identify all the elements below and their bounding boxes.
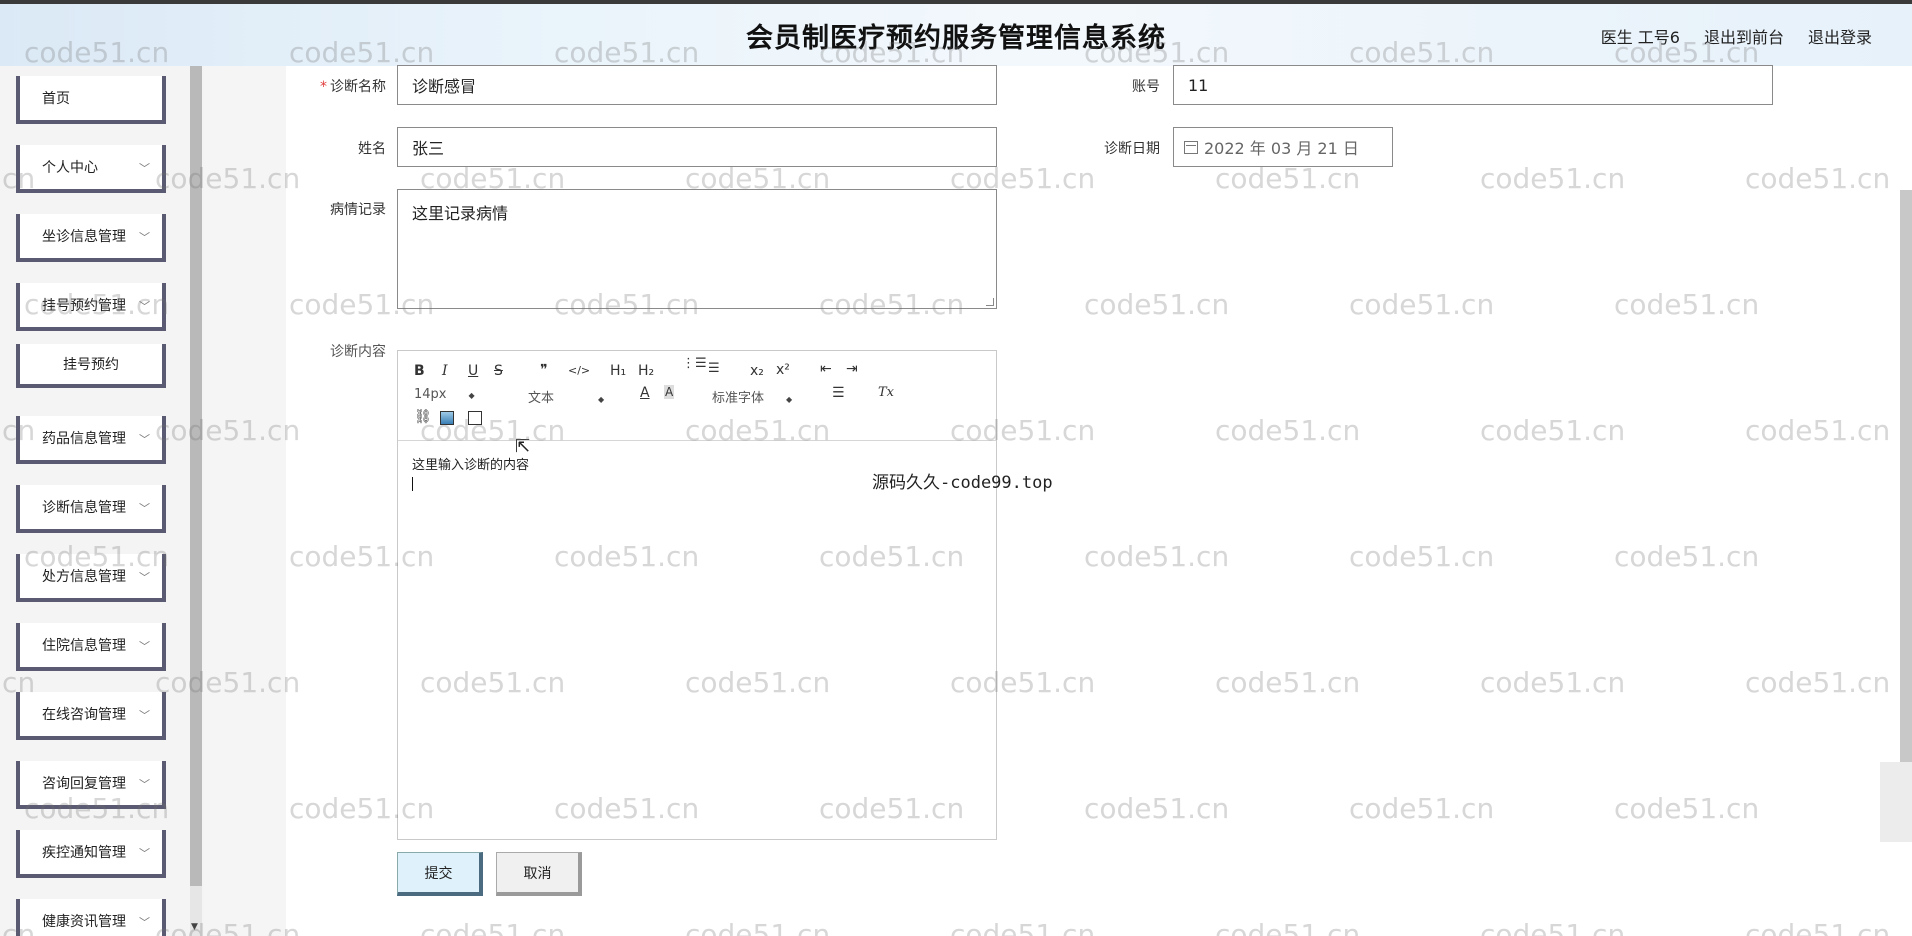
content-label: 诊断内容 [330,344,386,360]
sidebar-item-home[interactable]: 首页 [16,76,166,124]
resize-handle-icon[interactable] [986,298,994,306]
clear-format-icon[interactable]: Tx [878,385,894,400]
image-icon[interactable] [440,411,454,425]
page-scrollbar[interactable] [1900,190,1912,766]
sidebar-item-appointment-mgmt[interactable]: 挂号预约管理 ﹀ [16,283,166,331]
sidebar-item-personal-center[interactable]: 个人中心 ﹀ [16,145,166,193]
chevron-down-icon: ﹀ [139,778,150,791]
chevron-down-icon: ﹀ [139,571,150,584]
mouse-cursor-icon: ⇱ [515,436,531,457]
account-input[interactable]: 11 [1173,65,1773,105]
bullet-list-icon[interactable]: ☰ [708,361,720,376]
sidebar-item-label: 疾控通知管理 [42,845,126,861]
sidebar-item-label: 住院信息管理 [42,638,126,654]
app-root: 会员制医疗预约服务管理信息系统 医生 工号6 退出到前台 退出登录 ▼ 首页 个… [0,0,1912,936]
name-input[interactable]: 张三 [397,127,997,167]
chevron-down-icon: ﹀ [139,640,150,653]
chevron-down-icon: ﹀ [139,502,150,515]
sidebar-item-label: 坐诊信息管理 [42,229,126,245]
chevron-down-icon: ﹀ [139,162,150,175]
sidebar-subitem-appointment[interactable]: 挂号预约 [16,344,166,388]
italic-icon[interactable]: I [442,363,448,379]
chevron-down-icon: ﹀ [139,433,150,446]
diag-date-label: 诊断日期 [1104,141,1160,157]
sidebar-item-drug-info[interactable]: 药品信息管理 ﹀ [16,416,166,464]
calendar-icon [1184,140,1198,154]
sidebar-item-label: 在线咨询管理 [42,707,126,723]
strikethrough-icon[interactable]: S [494,363,503,379]
font-size-select[interactable]: 14px ◆ [414,387,475,402]
user-label: 医生 工号6 [1600,28,1680,47]
font-family-select[interactable]: 标准字体 ◆ [712,387,792,406]
header-links: 医生 工号6 退出到前台 退出登录 [1601,24,1872,48]
sidebar-item-label: 挂号预约管理 [42,298,126,314]
chevron-down-icon: ﹀ [139,916,150,929]
select-arrow-icon: ◆ [786,395,793,404]
sidebar-item-label: 健康资讯管理 [42,914,126,930]
align-icon[interactable]: ☰ [832,385,845,401]
cancel-button[interactable]: 取消 [496,852,582,896]
sidebar-item-consult-reply[interactable]: 咨询回复管理 ﹀ [16,761,166,809]
sidebar-item-health-news[interactable]: 健康资讯管理 ﹀ [16,899,166,936]
sidebar-item-label: 处方信息管理 [42,569,126,585]
sidebar-item-disease-notice[interactable]: 疾控通知管理 ﹀ [16,830,166,878]
header1-icon[interactable]: H₁ [610,363,626,379]
page-scroll-area [1880,762,1912,842]
font-color-icon[interactable]: A [640,385,650,401]
sidebar-item-online-consult[interactable]: 在线咨询管理 ﹀ [16,692,166,740]
text-caret [412,477,413,491]
record-label: 病情记录 [330,202,386,218]
superscript-icon[interactable]: x² [776,362,790,378]
editor-content[interactable]: 这里输入诊断的内容 [398,442,996,839]
rich-text-editor: B I U S ❞ </> H₁ H₂ ⋮☰ ☰ x₂ x² ⇤ ⇥ 14px ◆… [397,350,997,840]
ordered-list-icon[interactable]: ⋮☰ [682,357,707,370]
background-color-icon[interactable]: A [664,385,675,399]
diag-name-input[interactable]: 诊断感冒 [397,65,997,105]
chevron-down-icon: ﹀ [139,709,150,722]
record-textarea[interactable]: 这里记录病情 [397,189,997,309]
sidebar-item-diagnosis-info[interactable]: 诊断信息管理 ﹀ [16,485,166,533]
sidebar-item-clinic-info[interactable]: 坐诊信息管理 ﹀ [16,214,166,262]
select-arrow-icon: ◆ [598,395,605,404]
sidebar-item-label: 首页 [42,91,70,107]
chevron-down-icon: ﹀ [139,231,150,244]
header: 会员制医疗预约服务管理信息系统 医生 工号6 退出到前台 退出登录 [0,4,1912,66]
chevron-down-icon: ﹀ [139,847,150,860]
code-icon[interactable]: </> [568,364,590,377]
subscript-icon[interactable]: x₂ [750,363,764,379]
quote-icon[interactable]: ❞ [540,362,548,378]
sidebar-item-label: 挂号预约 [63,357,119,373]
link-icon[interactable]: ⛓ [414,409,432,425]
sidebar-item-label: 个人中心 [42,160,98,176]
chevron-down-icon: ﹀ [139,300,150,313]
header2-icon[interactable]: H₂ [638,363,654,379]
sidebar-item-label: 咨询回复管理 [42,776,126,792]
bold-icon[interactable]: B [414,363,425,379]
sidebar-item-label: 药品信息管理 [42,431,126,447]
name-label: 姓名 [358,141,386,157]
outdent-icon[interactable]: ⇤ [820,361,832,377]
sidebar-item-prescription-info[interactable]: 处方信息管理 ﹀ [16,554,166,602]
logout-link[interactable]: 退出登录 [1808,24,1872,48]
back-to-front-link[interactable]: 退出到前台 [1704,24,1784,48]
diag-date-picker[interactable]: 2022 年 03 月 21 日 [1173,127,1393,167]
sidebar-item-hospitalization-info[interactable]: 住院信息管理 ﹀ [16,623,166,671]
underline-icon[interactable]: U [468,363,478,379]
scroll-down-arrow-icon[interactable]: ▼ [191,922,198,932]
diag-name-label: * 诊断名称 [320,79,386,95]
select-arrow-icon: ◆ [468,391,475,400]
sidebar-scroll-thumb[interactable] [190,66,202,886]
editor-toolbar: B I U S ❞ </> H₁ H₂ ⋮☰ ☰ x₂ x² ⇤ ⇥ 14px ◆… [398,351,996,441]
indent-icon[interactable]: ⇥ [846,361,858,377]
submit-button[interactable]: 提交 [397,852,483,896]
account-label: 账号 [1132,79,1160,95]
sidebar-item-label: 诊断信息管理 [42,500,126,516]
video-icon[interactable] [468,411,482,425]
header-select[interactable]: 文本 ◆ [528,387,604,406]
